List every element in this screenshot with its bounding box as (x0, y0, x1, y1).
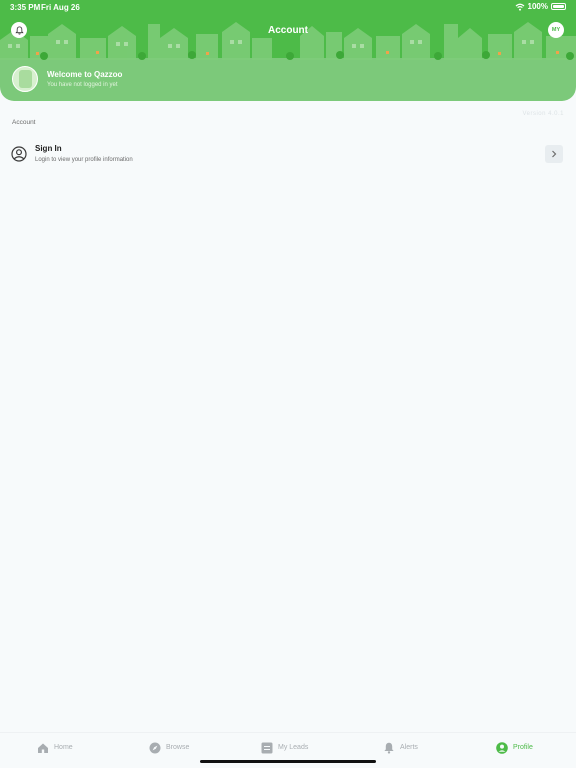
person-icon (495, 741, 508, 754)
tab-alerts-label: Alerts (400, 744, 418, 751)
tab-profile-label: Profile (513, 744, 533, 751)
list-icon (260, 741, 273, 754)
sign-in-row[interactable]: Sign In Login to view your profile infor… (0, 138, 576, 170)
tab-browse-label: Browse (166, 744, 190, 751)
home-icon (36, 741, 49, 754)
avatar-placeholder-icon (18, 70, 32, 88)
bell-icon (382, 741, 395, 754)
version-label: Version 4.0.1 (522, 111, 564, 117)
status-bar: 3:35 PM Fri Aug 26 100% (0, 0, 576, 14)
welcome-subtitle: You have not logged in yet (47, 82, 118, 88)
user-circle-icon (11, 146, 27, 162)
status-indicators: 100% (515, 2, 566, 11)
sign-in-subtitle: Login to view your profile information (35, 157, 133, 163)
compass-icon (148, 741, 161, 754)
section-label-account: Account (12, 119, 36, 126)
tab-my-leads-label: My Leads (278, 744, 309, 751)
battery-percent: 100% (527, 2, 548, 11)
tab-profile[interactable]: Profile (495, 741, 533, 754)
language-button[interactable]: MY (548, 22, 564, 38)
chevron-right-icon (552, 150, 557, 158)
tab-alerts[interactable]: Alerts (382, 741, 418, 754)
home-indicator (200, 760, 376, 763)
account-header: 3:35 PM Fri Aug 26 100% Account MY Welco… (0, 0, 576, 101)
tab-home[interactable]: Home (36, 741, 73, 754)
tab-browse[interactable]: Browse (148, 741, 189, 754)
status-time: 3:35 PM (10, 3, 41, 12)
wifi-icon (515, 3, 524, 11)
battery-icon (551, 3, 566, 10)
welcome-title: Welcome to Qazzoo (47, 70, 123, 79)
status-date: Fri Aug 26 (41, 3, 80, 12)
avatar (12, 66, 38, 92)
page-title: Account (268, 25, 308, 36)
sign-in-title: Sign In (35, 144, 62, 153)
tab-home-label: Home (54, 744, 73, 751)
sign-in-chevron-button[interactable] (545, 145, 563, 163)
tab-my-leads[interactable]: My Leads (260, 741, 308, 754)
